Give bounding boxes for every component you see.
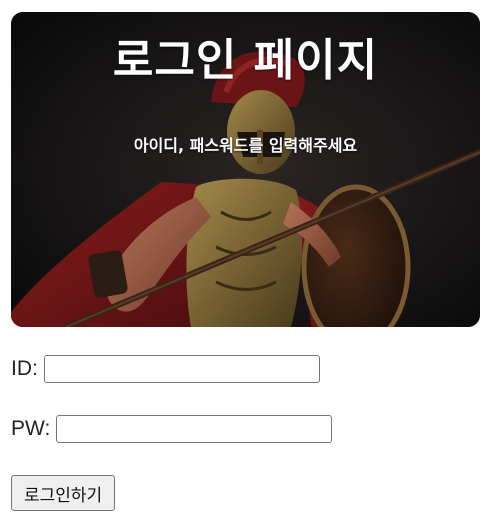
id-input[interactable] (43, 355, 320, 383)
id-label: ID: (11, 357, 38, 380)
pw-label: PW: (11, 417, 51, 440)
login-button[interactable]: 로그인하기 (11, 475, 116, 511)
id-row: ID: (11, 355, 320, 383)
login-page: 로그인 페이지 아이디, 패스워드를 입력해주세요 ID: PW: 로그인하기 (0, 0, 495, 528)
pw-input[interactable] (56, 415, 333, 443)
page-subtitle: 아이디, 패스워드를 입력해주세요 (133, 136, 358, 155)
hero-banner: 로그인 페이지 아이디, 패스워드를 입력해주세요 (11, 12, 480, 327)
page-title: 로그인 페이지 (112, 35, 379, 86)
pw-row: PW: (11, 415, 333, 443)
